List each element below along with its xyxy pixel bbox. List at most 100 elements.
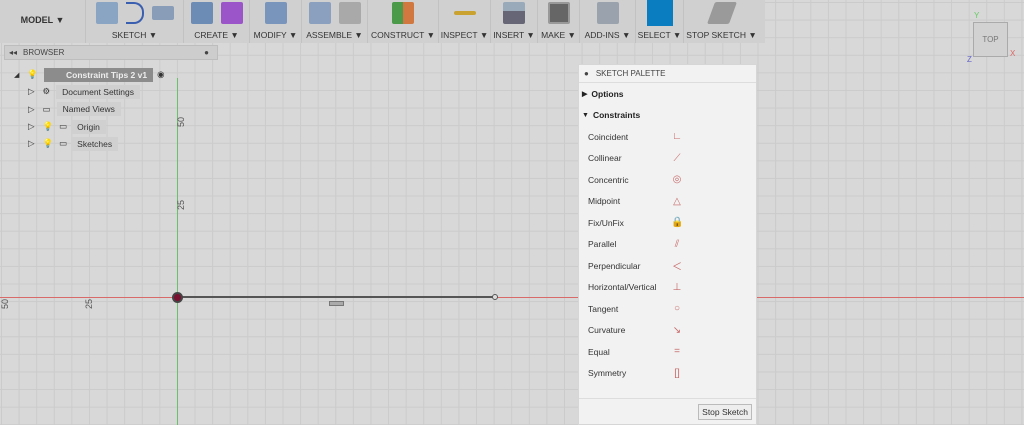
constraint-icon[interactable]: ⟋ [671, 153, 683, 164]
extrude-icon[interactable] [190, 2, 213, 24]
constraint-icon[interactable]: ⊥ [671, 282, 683, 293]
measure-icon[interactable] [453, 11, 476, 15]
constraint-label: Midpoint [588, 196, 621, 207]
constraint-label: Horizontal/Vertical [588, 282, 657, 293]
sketch-line[interactable] [177, 296, 495, 298]
x-axis [0, 297, 1024, 298]
stop-sketch-group[interactable]: STOP SKETCH ▼ [684, 0, 759, 43]
constraint-icon[interactable]: ⫽ [671, 239, 683, 250]
constraint-tangent[interactable]: Tangent ○ [579, 298, 756, 320]
press-pull-icon[interactable] [264, 2, 287, 24]
lightbulb-icon[interactable]: 💡 [43, 138, 54, 149]
tree-item-document-settings[interactable]: ▷ ⚙ Document Settings [14, 83, 165, 100]
constraint-label: Symmetry [588, 368, 627, 379]
browser-title: BROWSER [23, 48, 65, 57]
pin-icon[interactable]: ● [584, 69, 589, 78]
constraint-symmetry[interactable]: Symmetry [] [579, 363, 756, 385]
palette-header[interactable]: ● SKETCH PALETTE [579, 65, 756, 83]
constraint-coincident[interactable]: Coincident ∟ [579, 126, 756, 148]
insert-image-icon[interactable] [503, 2, 525, 24]
assemble-group[interactable]: ASSEMBLE ▼ [302, 0, 368, 43]
tree-item-named-views[interactable]: ▷ ▭ Named Views [14, 101, 165, 118]
sketch-group[interactable]: SKETCH ▼ [86, 0, 184, 43]
constraint-label: Parallel [588, 239, 617, 250]
constraint-fix-unfix[interactable]: Fix/UnFix 🔒 [579, 212, 756, 234]
expand-icon[interactable]: ▷ [28, 86, 35, 97]
make-group[interactable]: MAKE ▼ [538, 0, 580, 43]
lightbulb-icon[interactable]: 💡 [27, 69, 38, 80]
select-icon[interactable] [646, 0, 673, 26]
x-label-25: 25 [84, 298, 95, 310]
folder-icon: ▭ [59, 121, 68, 132]
form-icon[interactable] [220, 2, 243, 24]
spline-icon[interactable] [125, 2, 144, 24]
constraint-icon[interactable]: 🔒 [671, 217, 683, 228]
view-cube-x: X [1010, 49, 1016, 58]
scripts-icon[interactable] [596, 2, 619, 24]
constraint-icon[interactable]: ∟ [671, 131, 683, 142]
browser-header[interactable]: ◂◂ BROWSER ● [4, 45, 218, 60]
midpoint-glyph [329, 301, 344, 306]
constraint-icon[interactable]: △ [671, 196, 683, 207]
constraint-horizontal-vertical[interactable]: Horizontal/Vertical ⊥ [579, 277, 756, 299]
constraint-perpendicular[interactable]: Perpendicular ＜ [579, 255, 756, 277]
view-cube-z: Z [967, 55, 972, 64]
constraint-parallel[interactable]: Parallel ⫽ [579, 234, 756, 256]
stop-sketch-icon[interactable] [706, 2, 737, 24]
stop-sketch-button[interactable]: Stop Sketch [698, 403, 752, 420]
model-workspace-button[interactable]: MODEL ▼ [0, 0, 86, 43]
tree-item-origin[interactable]: ▷ 💡 ▭ Origin [14, 118, 165, 135]
constraint-icon[interactable]: = [671, 346, 683, 357]
constraint-label: Tangent [588, 303, 619, 314]
constraints-label: Constraints [592, 110, 641, 121]
modify-group[interactable]: MODIFY ▼ [250, 0, 302, 43]
expand-icon[interactable]: ▷ [28, 121, 35, 132]
create-menu: CREATE ▼ [194, 30, 239, 40]
tree-item-label: Origin [71, 119, 106, 134]
tree-item-label: Sketches [71, 136, 119, 151]
expand-icon[interactable]: ◢ [14, 71, 19, 79]
construct-menu: CONSTRUCT ▼ [371, 30, 435, 40]
inspect-group[interactable]: INSPECT ▼ [439, 0, 491, 43]
make-menu: MAKE ▼ [541, 30, 576, 40]
view-cube[interactable]: TOP [973, 22, 1008, 57]
options-section[interactable]: ▶ Options [579, 83, 756, 105]
offset-plane-icon[interactable] [392, 2, 414, 24]
palette-title: SKETCH PALETTE [595, 69, 666, 78]
collapse-icon[interactable]: ◂◂ [9, 48, 17, 57]
create-sketch-icon[interactable] [95, 2, 118, 24]
constraint-icon[interactable]: ◎ [671, 174, 683, 185]
view-cube-face[interactable]: TOP [982, 35, 998, 44]
constraint-label: Coincident [588, 131, 629, 142]
expand-icon[interactable]: ▷ [28, 138, 35, 149]
constraint-icon[interactable]: ↘ [671, 325, 683, 336]
constraint-concentric[interactable]: Concentric ◎ [579, 169, 756, 191]
constraint-collinear[interactable]: Collinear ⟋ [579, 148, 756, 170]
joint-icon[interactable] [338, 2, 361, 24]
lightbulb-icon[interactable]: 💡 [43, 121, 54, 132]
construct-group[interactable]: CONSTRUCT ▼ [368, 0, 439, 43]
end-point[interactable] [492, 294, 498, 300]
expand-icon: ▶ [582, 90, 588, 98]
constraint-curvature[interactable]: Curvature ↘ [579, 320, 756, 342]
constraints-section[interactable]: ▼ Constraints [579, 105, 756, 127]
activate-icon[interactable]: ◉ [157, 69, 164, 80]
constraint-icon[interactable]: [] [671, 368, 683, 379]
constraint-midpoint[interactable]: Midpoint △ [579, 191, 756, 213]
insert-group[interactable]: INSERT ▼ [491, 0, 538, 43]
expand-icon[interactable]: ▷ [28, 104, 35, 115]
add-ins-group[interactable]: ADD-INS ▼ [580, 0, 636, 43]
tree-root[interactable]: ◢ 💡 Constraint Tips 2 v1 ◉ [14, 66, 165, 83]
rectangle-icon[interactable] [151, 6, 174, 20]
constraint-icon[interactable]: ○ [671, 303, 683, 314]
select-group[interactable]: SELECT ▼ [636, 0, 684, 43]
y-label-25: 25 [176, 199, 187, 211]
new-component-icon[interactable] [308, 2, 331, 24]
constraint-icon[interactable]: ＜ [671, 258, 683, 273]
3d-print-icon[interactable] [547, 2, 570, 24]
tree-item-sketches[interactable]: ▷ 💡 ▭ Sketches [14, 135, 165, 152]
constraint-equal[interactable]: Equal = [579, 341, 756, 363]
pin-icon[interactable]: ● [204, 48, 209, 57]
origin-point[interactable] [172, 292, 183, 303]
create-group[interactable]: CREATE ▼ [184, 0, 250, 43]
